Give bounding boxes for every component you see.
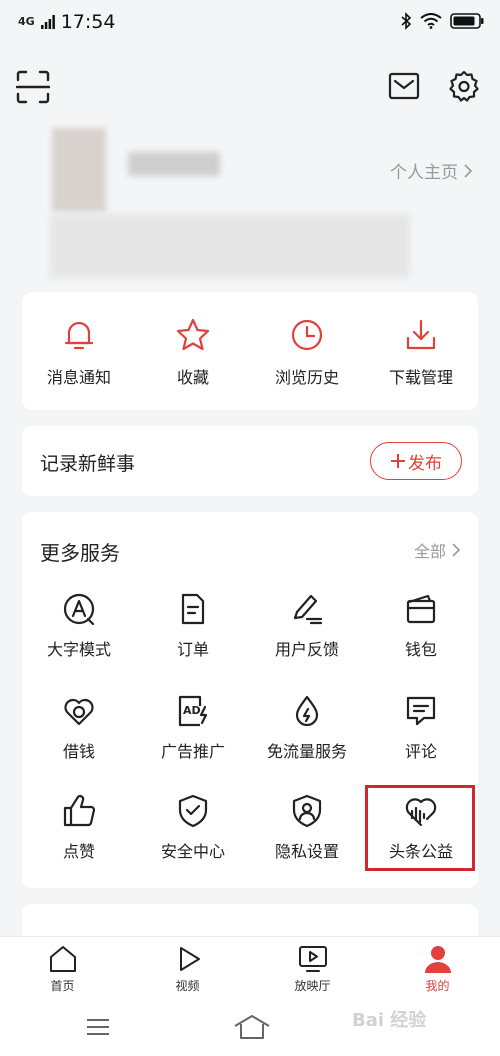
clock-icon (290, 318, 324, 352)
tab-home[interactable]: 首页 (0, 937, 125, 1001)
star-icon (176, 318, 210, 352)
service-large-font[interactable]: 大字模式 (22, 592, 136, 682)
quick-favorites-label: 收藏 (176, 368, 209, 387)
comment-icon (404, 694, 438, 728)
service-label: 评论 (404, 742, 437, 761)
tab-label: 视频 (175, 979, 200, 993)
personal-homepage-link[interactable]: 个人主页 (390, 158, 472, 183)
feedback-icon (290, 592, 324, 626)
publish-button[interactable]: 发布 (370, 442, 462, 480)
record-title[interactable]: 记录新鲜事 (40, 449, 135, 476)
quick-actions-card: 消息通知 收藏 浏览历史 下载管理 (22, 292, 478, 410)
service-comment[interactable]: 评论 (364, 694, 478, 784)
ad-icon: AD (176, 694, 210, 728)
gear-icon[interactable] (448, 70, 480, 102)
service-label: 安全中心 (160, 842, 225, 861)
service-wallet[interactable]: 钱包 (364, 592, 478, 682)
quick-history-label: 浏览历史 (274, 368, 339, 387)
service-label: 广告推广 (160, 742, 225, 761)
battery-icon (450, 13, 484, 29)
wifi-icon (420, 13, 442, 29)
service-label: 免流量服务 (266, 742, 347, 761)
shield-icon (176, 794, 210, 828)
service-likes[interactable]: 点赞 (22, 794, 136, 884)
service-label: 隐私设置 (274, 842, 339, 861)
username (128, 152, 220, 176)
top-bar (0, 66, 500, 110)
service-security[interactable]: 安全中心 (136, 794, 250, 884)
borrow-icon (62, 694, 96, 728)
quick-history[interactable]: 浏览历史 (250, 292, 364, 410)
screen-icon (298, 945, 328, 973)
services-title: 更多服务 (40, 541, 120, 565)
tab-mine[interactable]: 我的 (375, 937, 500, 1001)
status-bar: 4G 17:54 (0, 0, 500, 46)
quick-favorites[interactable]: 收藏 (136, 292, 250, 410)
privacy-icon (290, 794, 324, 828)
network-indicator: 4G (18, 15, 35, 28)
mail-icon[interactable] (388, 72, 420, 100)
tab-label: 首页 (50, 979, 75, 993)
tab-video[interactable]: 视频 (125, 937, 250, 1001)
clock-time: 17:54 (60, 11, 116, 33)
quick-downloads-label: 下载管理 (388, 368, 453, 387)
service-feedback[interactable]: 用户反馈 (250, 592, 364, 682)
service-data-free[interactable]: 免流量服务 (250, 694, 364, 784)
service-label: 点赞 (62, 842, 95, 861)
chevron-right-icon (464, 163, 472, 178)
service-label: 借钱 (62, 742, 95, 761)
play-icon (174, 945, 202, 973)
person-icon (424, 945, 452, 973)
plus-icon (390, 453, 406, 469)
service-ad[interactable]: AD 广告推广 (136, 694, 250, 784)
highlight-box (365, 785, 475, 871)
service-label: 钱包 (404, 640, 437, 659)
download-icon (404, 318, 438, 352)
service-privacy[interactable]: 隐私设置 (250, 794, 364, 884)
order-icon (176, 592, 210, 626)
bluetooth-icon (400, 12, 412, 30)
tab-theater[interactable]: 放映厅 (250, 937, 375, 1001)
signal-icon (40, 15, 55, 29)
service-order[interactable]: 订单 (136, 592, 250, 682)
quick-notifications[interactable]: 消息通知 (22, 292, 136, 410)
tab-label: 放映厅 (294, 979, 331, 993)
bell-icon (63, 318, 95, 352)
home-nav-icon[interactable] (232, 1014, 272, 1040)
thumbs-up-icon (62, 794, 96, 828)
quick-notifications-label: 消息通知 (46, 368, 111, 387)
menu-icon[interactable] (86, 1018, 110, 1036)
chevron-right-icon (452, 543, 460, 557)
home-icon (48, 945, 78, 973)
bottom-tab-bar: 首页 视频 放映厅 我的 (0, 936, 500, 1000)
wallet-icon (404, 592, 438, 626)
watermark: Bai 经验 (352, 1010, 427, 1031)
service-label: 订单 (176, 640, 209, 659)
large-font-icon (62, 592, 96, 626)
publish-button-label: 发布 (408, 453, 442, 474)
tab-label: 我的 (425, 979, 450, 993)
avatar[interactable] (52, 128, 106, 212)
services-all-link[interactable]: 全部 (414, 538, 460, 562)
data-free-icon (290, 694, 324, 728)
profile-header[interactable]: 个人主页 (0, 122, 500, 292)
homepage-link-label: 个人主页 (390, 163, 458, 183)
all-link-label: 全部 (413, 542, 446, 561)
profile-stats (50, 214, 410, 278)
svg-text:AD: AD (183, 704, 201, 717)
service-label: 大字模式 (46, 640, 111, 659)
quick-downloads[interactable]: 下载管理 (364, 292, 478, 410)
service-label: 用户反馈 (274, 640, 339, 659)
scan-icon[interactable] (16, 70, 50, 104)
record-card: 记录新鲜事 发布 (22, 426, 478, 496)
service-borrow[interactable]: 借钱 (22, 694, 136, 784)
